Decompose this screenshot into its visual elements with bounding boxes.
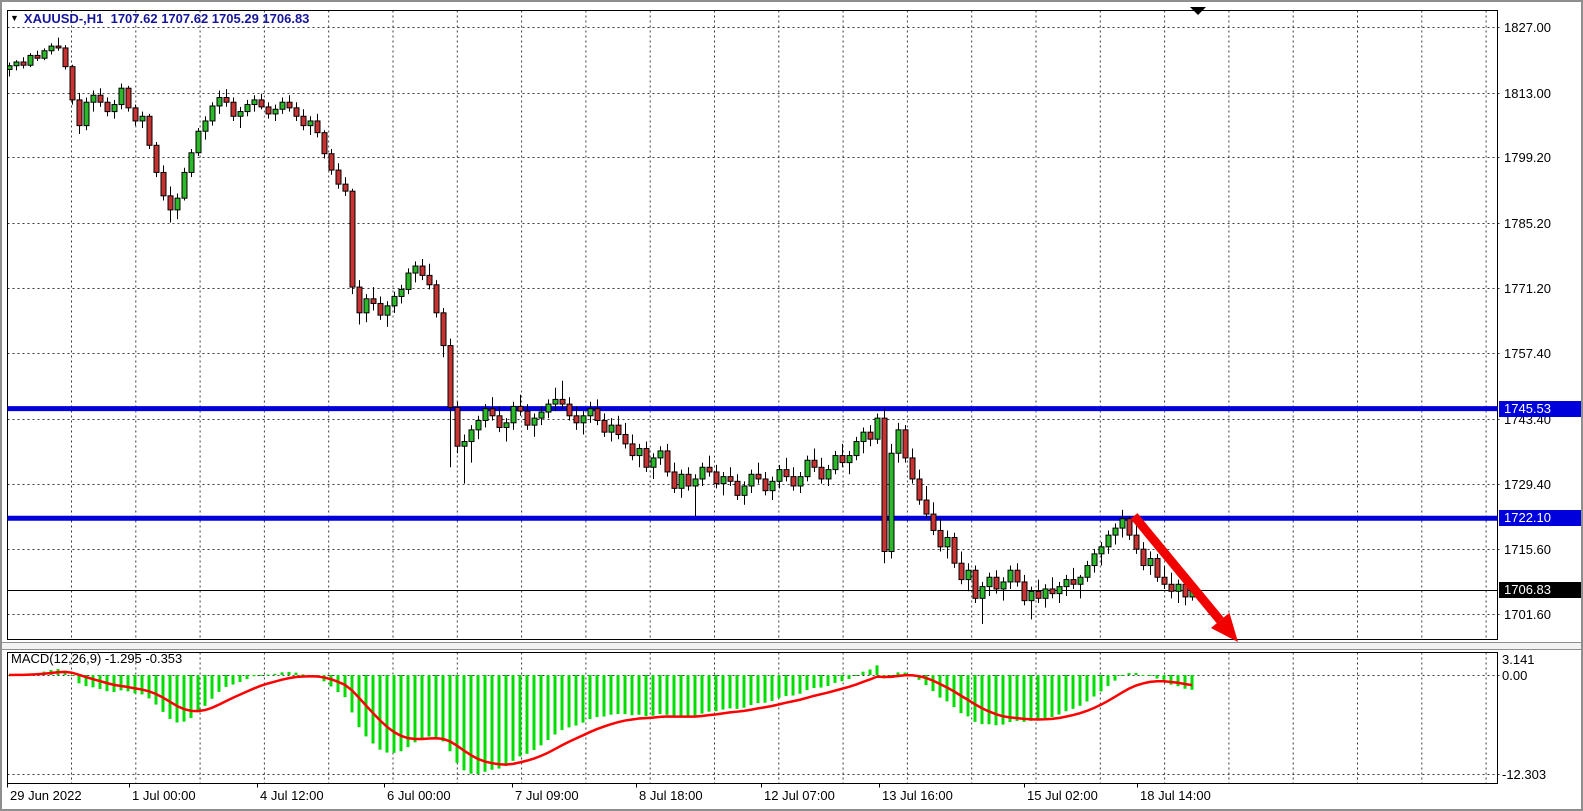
time-axis-label: 7 Jul 09:00 (515, 788, 579, 803)
price-axis-label: 1827.00 (1504, 20, 1551, 35)
chart-title: ▼ XAUUSD-,H1 1707.62 1707.62 1705.29 1706… (10, 11, 309, 26)
price-axis-label: 1785.20 (1504, 216, 1551, 231)
price-axis-label: 1701.60 (1504, 607, 1551, 622)
macd-histogram (8, 665, 1194, 774)
price-axis-label: 1813.00 (1504, 86, 1551, 101)
price-axis-label: 1757.40 (1504, 346, 1551, 361)
time-axis-label: 15 Jul 02:00 (1027, 788, 1098, 803)
level-price-badge: 1745.53 (1499, 401, 1583, 417)
time-axis-label: 4 Jul 12:00 (260, 788, 324, 803)
trading-chart-window: ▼ XAUUSD-,H1 1707.62 1707.62 1705.29 1706… (0, 0, 1583, 811)
level-price-badge: 1722.10 (1499, 510, 1583, 526)
price-axis-label: 1729.40 (1504, 477, 1551, 492)
macd-pane-frame (8, 653, 1498, 784)
price-axis-label: 1771.20 (1504, 281, 1551, 296)
time-axis-label: 6 Jul 00:00 (387, 788, 451, 803)
vertical-gridlines (72, 11, 1487, 784)
macd-indicator-label: MACD(12,26,9) -1.295 -0.353 (11, 651, 182, 666)
time-axis-label: 29 Jun 2022 (10, 788, 82, 803)
current-price-badge: 1706.83 (1499, 582, 1583, 598)
macd-axis-label: 3.141 (1502, 652, 1535, 667)
horizontal-gridlines (8, 28, 1503, 775)
macd-signal-line (9, 672, 1192, 765)
pane-splitter[interactable] (2, 642, 1583, 650)
time-axis-ticks (8, 784, 1138, 788)
chart-canvas[interactable] (2, 2, 1583, 811)
symbol-ohlc-text: XAUUSD-,H1 1707.62 1707.62 1705.29 1706.… (24, 11, 309, 26)
time-axis-label: 1 Jul 00:00 (132, 788, 196, 803)
price-axis-label: 1799.20 (1504, 150, 1551, 165)
time-axis-label: 13 Jul 16:00 (882, 788, 953, 803)
candles (7, 38, 1195, 624)
macd-axis-label: 0.00 (1502, 668, 1527, 683)
time-axis-label: 12 Jul 07:00 (764, 788, 835, 803)
time-axis-label: 8 Jul 18:00 (639, 788, 703, 803)
symbol-dropdown-icon[interactable]: ▼ (10, 13, 19, 23)
trend-arrow-object[interactable] (1134, 516, 1238, 642)
macd-axis-label: -12.303 (1502, 767, 1546, 782)
price-axis-label: 1715.60 (1504, 542, 1551, 557)
time-axis-label: 18 Jul 14:00 (1140, 788, 1211, 803)
